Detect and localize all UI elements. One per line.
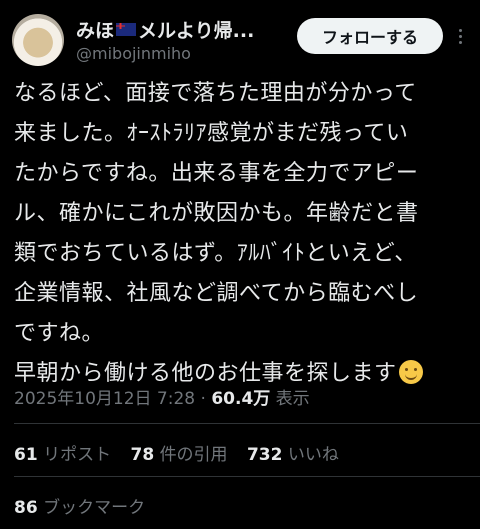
- follow-button[interactable]: フォローする: [297, 18, 443, 54]
- divider: [14, 476, 480, 477]
- avatar[interactable]: [12, 14, 64, 66]
- author-name-part2: メルより帰...: [138, 19, 255, 42]
- author-handle[interactable]: @mibojinmiho: [76, 44, 191, 63]
- likes-label: いいね: [287, 445, 339, 465]
- quotes-stat[interactable]: 78 件の引用: [130, 445, 227, 465]
- likes-count: 732: [246, 445, 283, 465]
- tweet-meta: 2025年10月12日 7:28 · 60.4万 表示: [14, 384, 310, 409]
- reposts-count: 61: [14, 445, 38, 465]
- likes-stat[interactable]: 732 いいね: [247, 445, 339, 465]
- more-options-icon[interactable]: [452, 24, 468, 48]
- tweet-text: なるほど、面接で落ちた理由が分かって 来ました。ｵｰｽﾄﾗﾘｱ感覚がまだ残ってい…: [14, 74, 474, 394]
- reposts-stat[interactable]: 61 リポスト: [14, 445, 111, 465]
- bookmarks-stat[interactable]: 86 ブックマーク: [14, 493, 145, 518]
- author-name[interactable]: みほ メルより帰...: [76, 16, 254, 42]
- engagement-stats: 61 リポスト 78 件の引用 732 いいね: [14, 440, 353, 465]
- reposts-label: リポスト: [43, 445, 112, 465]
- tweet-header: みほ メルより帰... @mibojinmiho フォローする: [12, 10, 468, 66]
- views-label: 表示: [270, 389, 310, 409]
- timestamp[interactable]: 2025年10月12日 7:28: [14, 389, 195, 409]
- quotes-count: 78: [130, 445, 155, 465]
- tweet-body: なるほど、面接で落ちた理由が分かって 来ました。ｵｰｽﾄﾗﾘｱ感覚がまだ残ってい…: [14, 81, 419, 386]
- author-name-part1: みほ: [76, 19, 115, 42]
- smiling-face-emoji-icon: [398, 360, 423, 384]
- bookmarks-label: ブックマーク: [43, 498, 146, 518]
- divider: [14, 423, 480, 424]
- meta-separator: ·: [195, 389, 212, 409]
- australia-flag-icon: [116, 22, 137, 36]
- quotes-label: 件の引用: [159, 445, 228, 465]
- views-count: 60.4万: [211, 389, 271, 409]
- bookmarks-count: 86: [14, 498, 38, 518]
